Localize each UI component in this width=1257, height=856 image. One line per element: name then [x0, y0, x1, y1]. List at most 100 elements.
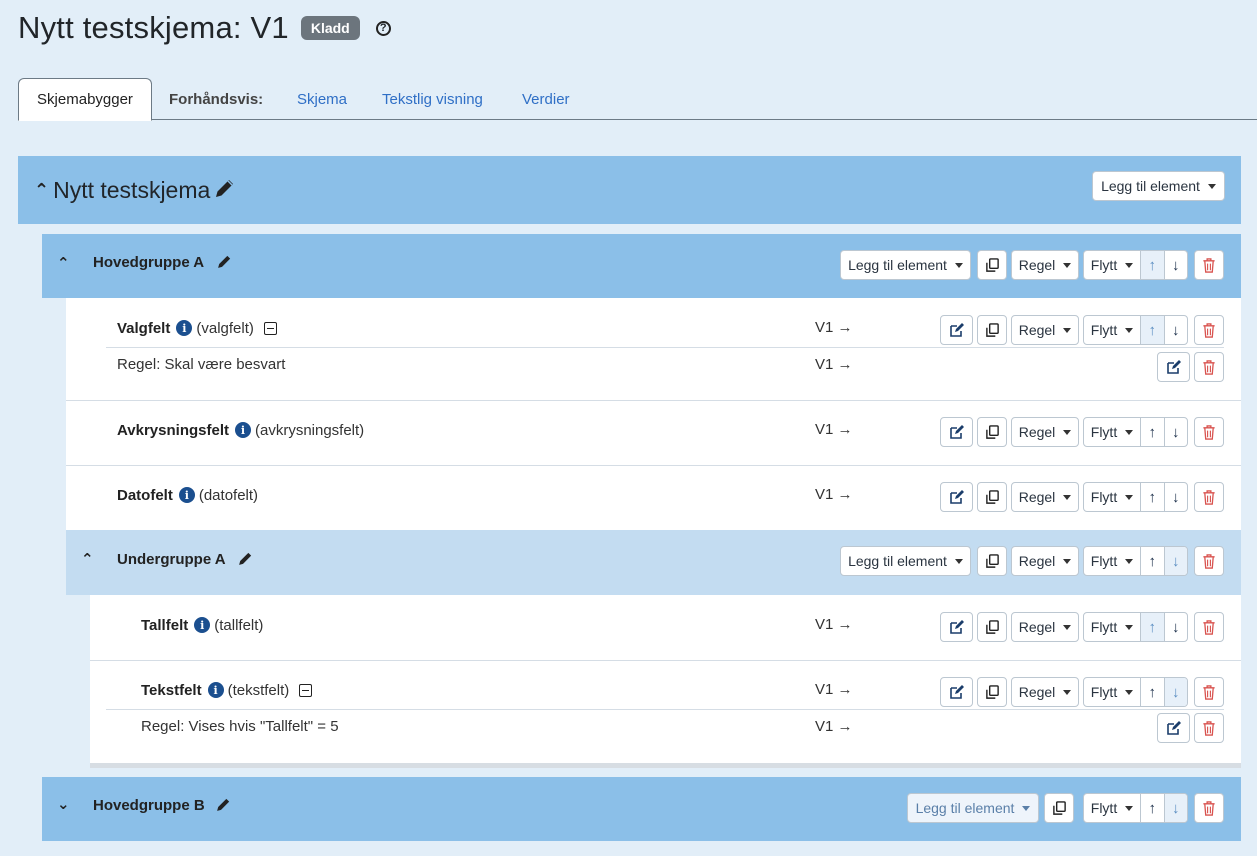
rule-button[interactable]: Regel	[1011, 612, 1079, 642]
copy-button[interactable]	[977, 250, 1007, 280]
move-button[interactable]: Flytt	[1083, 250, 1141, 280]
copy-button[interactable]	[977, 417, 1007, 447]
move-up-button[interactable]: ↑	[1141, 418, 1164, 446]
info-icon[interactable]: i	[207, 682, 224, 698]
copy-button[interactable]	[977, 482, 1007, 512]
move-down-button[interactable]: ↓	[1163, 418, 1188, 446]
info-icon[interactable]: i	[234, 422, 251, 438]
version-link[interactable]: V1 →	[815, 681, 853, 698]
version-link[interactable]: V1 →	[815, 718, 853, 735]
delete-button[interactable]	[1194, 417, 1224, 447]
copy-button[interactable]	[977, 612, 1007, 642]
delete-button[interactable]	[1194, 482, 1224, 512]
move-button[interactable]: Flytt	[1083, 677, 1141, 707]
collapse-icon[interactable]	[263, 321, 277, 335]
pencil-icon[interactable]	[215, 796, 232, 818]
delete-button[interactable]	[1194, 612, 1224, 642]
chevron-up-icon[interactable]: ⌃	[34, 180, 49, 201]
edit-rule-button[interactable]	[1157, 713, 1190, 743]
delete-rule-button[interactable]	[1194, 352, 1224, 382]
pencil-icon[interactable]	[213, 176, 237, 205]
add-element-button[interactable]: Legg til element	[840, 546, 971, 576]
rule-button[interactable]: Regel	[1011, 250, 1079, 280]
info-icon[interactable]: i	[178, 487, 195, 503]
edit-button[interactable]	[940, 417, 973, 447]
version-link[interactable]: V1 →	[815, 421, 853, 438]
edit-rule-button[interactable]	[1157, 352, 1190, 382]
move-up-button[interactable]: ↑	[1141, 613, 1164, 641]
up-down-group: ↑ ↓	[1140, 250, 1188, 280]
edit-button[interactable]	[940, 612, 973, 642]
pencil-icon[interactable]	[237, 550, 254, 572]
edit-button[interactable]	[940, 482, 973, 512]
edit-icon	[949, 323, 964, 337]
move-button[interactable]: Flytt	[1083, 612, 1141, 642]
pencil-icon[interactable]	[216, 253, 233, 275]
copy-button[interactable]	[977, 677, 1007, 707]
rule-button[interactable]: Regel	[1011, 482, 1079, 512]
copy-button[interactable]	[1044, 793, 1074, 823]
move-up-button[interactable]: ↑	[1141, 316, 1164, 344]
version-link[interactable]: V1 →	[815, 319, 853, 336]
move-down-button[interactable]: ↓	[1163, 613, 1188, 641]
add-element-button[interactable]: Legg til element	[840, 250, 971, 280]
copy-button[interactable]	[977, 315, 1007, 345]
root-add-element-button[interactable]: Legg til element	[1092, 171, 1225, 201]
edit-button[interactable]	[940, 677, 973, 707]
tab-skjema[interactable]: Skjema	[297, 78, 347, 120]
move-up-button[interactable]: ↑	[1141, 483, 1164, 511]
gutter	[66, 595, 90, 763]
chevron-up-icon[interactable]: ⌃	[81, 550, 94, 568]
move-button[interactable]: Flytt	[1083, 793, 1141, 823]
move-up-button[interactable]: ↑	[1141, 547, 1164, 575]
rule-button[interactable]: Regel	[1011, 417, 1079, 447]
move-up-button[interactable]: ↑	[1141, 678, 1164, 706]
delete-rule-button[interactable]	[1194, 713, 1224, 743]
copy-button[interactable]	[977, 546, 1007, 576]
version-link[interactable]: V1 →	[815, 356, 853, 373]
version-link[interactable]: V1 →	[815, 616, 853, 633]
edit-button[interactable]	[940, 315, 973, 345]
help-icon[interactable]: ?	[375, 20, 391, 36]
move-button[interactable]: Flytt	[1083, 546, 1141, 576]
delete-button[interactable]	[1194, 546, 1224, 576]
edit-icon	[1166, 360, 1181, 374]
copy-icon	[985, 553, 999, 568]
move-down-button[interactable]: ↓	[1163, 316, 1188, 344]
subgroup-a-title: Undergruppe A	[117, 551, 226, 568]
field-row-avkrysningsfelt: Avkrysningsfelt i (avkrysningsfelt)	[117, 420, 364, 440]
move-down-button[interactable]: ↓	[1163, 794, 1187, 822]
version-link[interactable]: V1 →	[815, 486, 853, 503]
field-type: (tekstfelt)	[227, 681, 290, 699]
divider	[106, 347, 1224, 348]
rule-button[interactable]: Regel	[1011, 677, 1079, 707]
delete-button[interactable]	[1194, 250, 1224, 280]
rule-button[interactable]: Regel	[1011, 315, 1079, 345]
move-button[interactable]: Flytt	[1083, 482, 1141, 512]
move-button[interactable]: Flytt	[1083, 315, 1141, 345]
move-down-button[interactable]: ↓	[1163, 547, 1187, 575]
tab-bar: Skjemabygger Forhåndsvis: Skjema Tekstli…	[18, 78, 1257, 121]
move-up-button[interactable]: ↑	[1141, 794, 1164, 822]
collapse-icon[interactable]	[299, 683, 313, 697]
chevron-down-icon[interactable]: ⌄	[57, 795, 70, 813]
tab-verdier[interactable]: Verdier	[522, 78, 570, 120]
tab-tekstlig-visning[interactable]: Tekstlig visning	[382, 78, 483, 120]
delete-button[interactable]	[1194, 315, 1224, 345]
tab-skjemabygger[interactable]: Skjemabygger	[18, 78, 152, 121]
move-down-button[interactable]: ↓	[1163, 678, 1187, 706]
info-icon[interactable]: i	[194, 617, 211, 633]
info-icon[interactable]: i	[176, 320, 193, 336]
move-up-button[interactable]: ↑	[1141, 251, 1164, 279]
move-down-button[interactable]: ↓	[1163, 483, 1188, 511]
add-element-button[interactable]: Legg til element	[907, 793, 1039, 823]
delete-button[interactable]	[1194, 793, 1224, 823]
chevron-up-icon[interactable]: ⌃	[57, 254, 70, 272]
field-row-datofelt: Datofelt i (datofelt)	[117, 485, 258, 505]
delete-button[interactable]	[1194, 677, 1224, 707]
divider	[66, 465, 1241, 466]
rule-button[interactable]: Regel	[1011, 546, 1079, 576]
move-button[interactable]: Flytt	[1083, 417, 1141, 447]
move-down-button[interactable]: ↓	[1163, 251, 1188, 279]
trash-icon	[1203, 257, 1215, 273]
